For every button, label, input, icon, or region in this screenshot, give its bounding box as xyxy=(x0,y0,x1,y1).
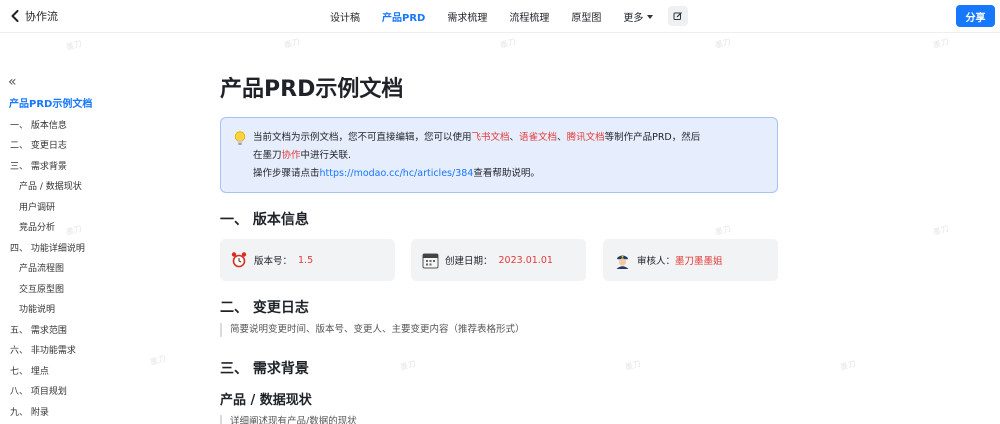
collaboration-link[interactable]: 协作 xyxy=(282,150,301,161)
callout-text-span: 当前文档为示例文档，您不可直接编辑，您可以使用 xyxy=(253,132,472,143)
tab-flow[interactable]: 流程梳理 xyxy=(509,9,549,24)
toc-item[interactable]: 五、 需求范围 xyxy=(0,321,200,342)
toc-item[interactable]: 六、 非功能需求 xyxy=(0,341,200,362)
edit-icon xyxy=(673,12,682,20)
watermark: 墨刀 xyxy=(714,224,732,237)
product-status-description: 详细阐述现有产品/数据的现状 xyxy=(220,415,357,424)
created-date-card: 创建日期： 2023.01.01 xyxy=(411,239,586,281)
created-date-label: 创建日期： xyxy=(445,256,493,267)
separator: 、 xyxy=(509,132,520,143)
version-value: 1.5 xyxy=(298,254,314,266)
tab-prototype[interactable]: 原型图 xyxy=(571,9,601,24)
sidebar: « 产品PRD示例文档 一、 版本信息 二、 变更日志 三、 需求背景 产品 /… xyxy=(0,33,200,424)
info-callout: 当前文档为示例文档，您不可直接编辑，您可以使用飞书文档、语雀文档、腾讯文档等制作… xyxy=(220,117,778,193)
created-date-value: 2023.01.01 xyxy=(498,254,553,266)
toc-item[interactable]: 四、 功能详细说明 xyxy=(0,239,200,260)
toc-item[interactable]: 产品流程图 xyxy=(0,259,200,280)
callout-text-span: 操作步骤请点击 xyxy=(253,168,320,179)
toc-item[interactable]: 三、 需求背景 xyxy=(0,157,200,178)
alarm-clock-icon xyxy=(230,251,248,269)
toc-item[interactable]: 功能说明 xyxy=(0,300,200,321)
watermark: 墨刀 xyxy=(499,37,517,50)
tab-design[interactable]: 设计稿 xyxy=(330,9,360,24)
calendar-icon xyxy=(421,251,439,269)
watermark: 墨刀 xyxy=(399,359,417,372)
toc-item[interactable]: 用户调研 xyxy=(0,198,200,219)
chevron-down-icon xyxy=(647,14,654,19)
yuque-docs-link[interactable]: 语雀文档 xyxy=(519,132,557,143)
toc-item[interactable]: 七、 埋点 xyxy=(0,362,200,383)
callout-line-3: 操作步骤请点击https://modao.cc/hc/articles/384查… xyxy=(253,165,700,183)
version-card: 版本号： 1.5 xyxy=(220,239,395,281)
edit-button[interactable] xyxy=(668,6,688,26)
section-heading-changelog: 二、 变更日志 xyxy=(220,300,309,316)
reviewer-value: 墨刀墨墨姐 xyxy=(675,256,723,267)
lightbulb-icon xyxy=(234,131,246,150)
page-title: 产品PRD示例文档 xyxy=(220,77,404,102)
toc-item[interactable]: 九、 附录 xyxy=(0,403,200,424)
tab-requirements[interactable]: 需求梳理 xyxy=(447,9,487,24)
watermark: 墨刀 xyxy=(839,359,857,372)
feishu-docs-link[interactable]: 飞书文档 xyxy=(472,132,510,143)
toc-item[interactable]: 二、 变更日志 xyxy=(0,136,200,157)
top-nav: 设计稿 产品PRD 需求梳理 流程梳理 原型图 更多 xyxy=(330,0,675,33)
section-heading-background: 三、 需求背景 xyxy=(220,361,309,377)
version-label: 版本号： xyxy=(254,256,293,267)
more-menu[interactable]: 更多 xyxy=(623,9,654,24)
watermark: 墨刀 xyxy=(624,359,642,372)
subsection-heading-product-status: 产品 / 数据现状 xyxy=(220,393,312,408)
toc-item[interactable]: 产品 / 数据现状 xyxy=(0,177,200,198)
share-button[interactable]: 分享 xyxy=(956,5,995,27)
table-of-contents: 产品PRD示例文档 一、 版本信息 二、 变更日志 三、 需求背景 产品 / 数… xyxy=(0,95,200,423)
separator: 、 xyxy=(557,132,567,143)
app-title: 协作流 xyxy=(25,10,58,23)
back-icon[interactable] xyxy=(8,7,22,25)
more-label: 更多 xyxy=(623,13,644,24)
toc-item[interactable]: 八、 项目规划 xyxy=(0,382,200,403)
watermark: 墨刀 xyxy=(932,37,950,50)
toc-item[interactable]: 交互原型图 xyxy=(0,280,200,301)
callout-line-1: 当前文档为示例文档，您不可直接编辑，您可以使用飞书文档、语雀文档、腾讯文档等制作… xyxy=(253,129,700,147)
callout-text-span: 查看帮助说明。 xyxy=(473,168,540,179)
callout-text-span: 在墨刀 xyxy=(253,150,282,161)
collapse-sidebar-icon[interactable]: « xyxy=(8,75,17,89)
toc-item[interactable]: 一、 版本信息 xyxy=(0,116,200,137)
section-heading-version-info: 一、 版本信息 xyxy=(220,212,309,228)
changelog-description: 简要说明变更时间、版本号、变更人、主要变更内容（推荐表格形式） xyxy=(220,323,525,337)
reviewer-label: 审核人： xyxy=(637,256,676,267)
callout-text-span: 等制作产品PRD，然后 xyxy=(604,132,701,143)
tab-prd[interactable]: 产品PRD xyxy=(382,9,425,24)
watermark: 墨刀 xyxy=(714,37,732,50)
callout-text: 当前文档为示例文档，您不可直接编辑，您可以使用飞书文档、语雀文档、腾讯文档等制作… xyxy=(253,129,700,183)
help-article-link[interactable]: https://modao.cc/hc/articles/384 xyxy=(320,168,474,179)
top-bar: 协作流 设计稿 产品PRD 需求梳理 流程梳理 原型图 更多 分享 xyxy=(0,0,1000,33)
watermark: 墨刀 xyxy=(283,37,301,50)
version-info-cards: 版本号： 1.5 创建日期： 2023.01.01 审核人： 墨刀墨墨姐 xyxy=(220,239,780,281)
toc-item[interactable]: 产品PRD示例文档 xyxy=(0,95,200,116)
callout-text-span: 中进行关联. xyxy=(300,150,352,161)
reviewer-card: 审核人： 墨刀墨墨姐 xyxy=(603,239,778,281)
police-officer-icon xyxy=(613,251,631,269)
callout-line-2: 在墨刀协作中进行关联. xyxy=(253,147,700,165)
watermark: 墨刀 xyxy=(932,224,950,237)
tencent-docs-link[interactable]: 腾讯文档 xyxy=(567,132,605,143)
toc-item[interactable]: 竞品分析 xyxy=(0,218,200,239)
